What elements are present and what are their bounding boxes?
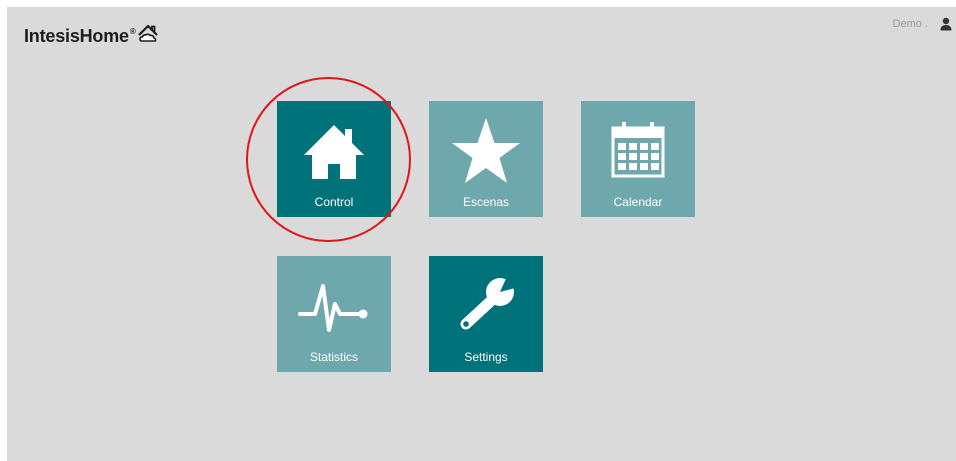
home-icon <box>304 125 364 179</box>
statistics-tile[interactable]: Statistics <box>277 256 391 372</box>
star-icon <box>452 118 520 183</box>
tile-label-settings: Settings <box>464 350 508 364</box>
tile-label-escenas: Escenas <box>462 195 510 209</box>
calendar-tile[interactable]: Calendar <box>581 101 695 217</box>
app-window: IntesisHome ® Demo . Control Escenas Cal… <box>7 7 956 461</box>
tile-label-calendar: Calendar <box>613 195 663 209</box>
user-name[interactable]: Demo . <box>893 18 928 30</box>
calendar-icon <box>611 122 665 178</box>
intesishome-logo[interactable]: IntesisHome ® <box>24 24 159 47</box>
house-cloud-logo-icon <box>137 24 158 42</box>
user-icon[interactable] <box>940 17 952 31</box>
user-menu[interactable]: Demo . <box>893 17 952 31</box>
escenas-tile[interactable]: Escenas <box>429 101 543 217</box>
settings-tile[interactable]: Settings <box>429 256 543 372</box>
control-tile[interactable]: Control <box>277 101 391 217</box>
tile-label-statistics: Statistics <box>309 350 358 364</box>
wrench-icon <box>460 272 523 330</box>
tile-label-control: Control <box>314 195 354 209</box>
logo-text: IntesisHome <box>24 26 129 46</box>
statistics-icon <box>298 284 368 332</box>
logo-registered-mark: ® <box>129 27 136 36</box>
